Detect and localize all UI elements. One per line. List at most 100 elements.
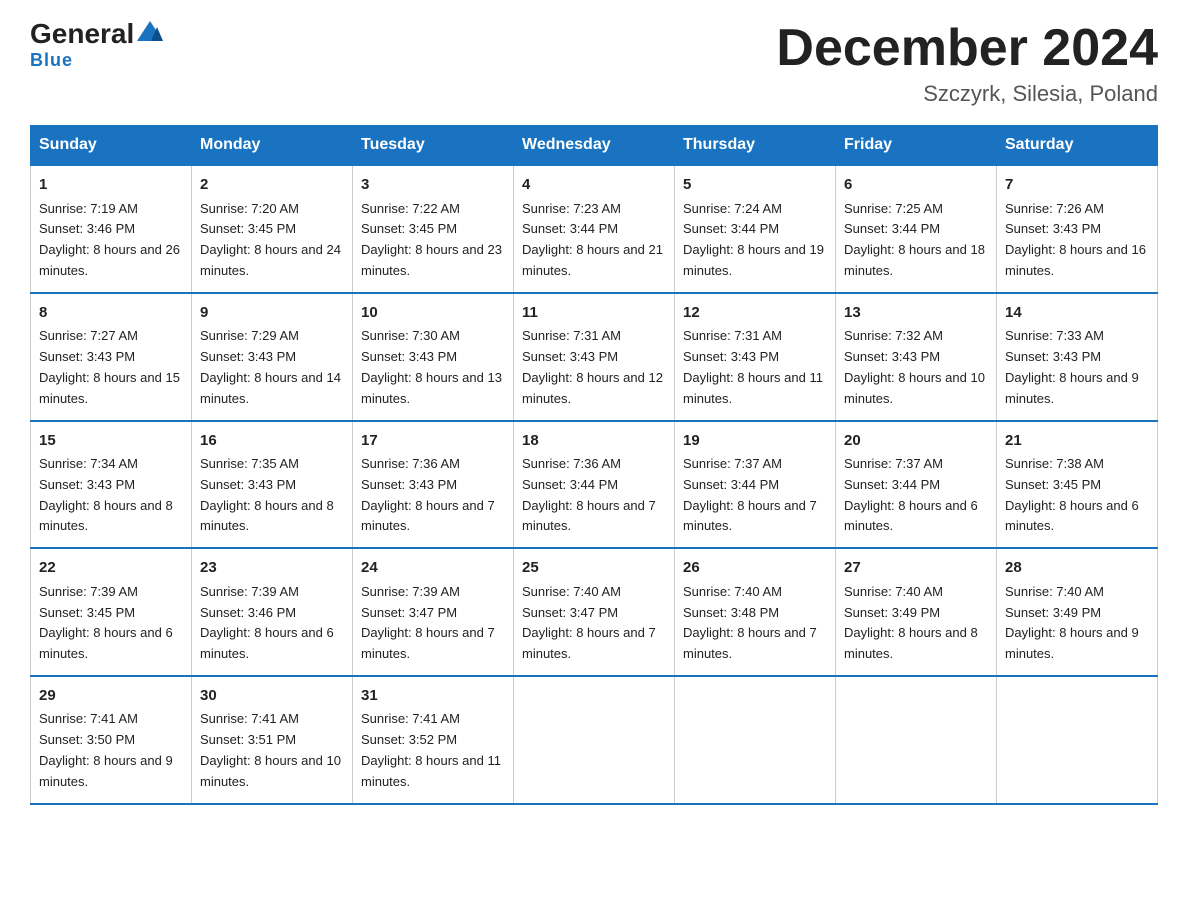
day-info: Sunrise: 7:20 AMSunset: 3:45 PMDaylight:… xyxy=(200,201,341,278)
calendar-day-cell xyxy=(997,676,1158,804)
day-info: Sunrise: 7:22 AMSunset: 3:45 PMDaylight:… xyxy=(361,201,502,278)
day-info: Sunrise: 7:30 AMSunset: 3:43 PMDaylight:… xyxy=(361,328,502,405)
day-info: Sunrise: 7:40 AMSunset: 3:49 PMDaylight:… xyxy=(1005,584,1139,661)
day-number: 31 xyxy=(361,685,505,708)
calendar-day-cell: 1 Sunrise: 7:19 AMSunset: 3:46 PMDayligh… xyxy=(31,165,192,293)
day-info: Sunrise: 7:38 AMSunset: 3:45 PMDaylight:… xyxy=(1005,456,1139,533)
day-number: 9 xyxy=(200,302,344,325)
location-title: Szczyrk, Silesia, Poland xyxy=(776,81,1158,107)
calendar-header: SundayMondayTuesdayWednesdayThursdayFrid… xyxy=(31,126,1158,166)
day-number: 12 xyxy=(683,302,827,325)
day-of-week-header: Sunday xyxy=(31,126,192,166)
calendar-day-cell: 9 Sunrise: 7:29 AMSunset: 3:43 PMDayligh… xyxy=(192,293,353,421)
calendar-day-cell: 10 Sunrise: 7:30 AMSunset: 3:43 PMDaylig… xyxy=(353,293,514,421)
day-info: Sunrise: 7:25 AMSunset: 3:44 PMDaylight:… xyxy=(844,201,985,278)
day-info: Sunrise: 7:19 AMSunset: 3:46 PMDaylight:… xyxy=(39,201,180,278)
calendar-day-cell: 20 Sunrise: 7:37 AMSunset: 3:44 PMDaylig… xyxy=(836,421,997,549)
day-info: Sunrise: 7:26 AMSunset: 3:43 PMDaylight:… xyxy=(1005,201,1146,278)
day-info: Sunrise: 7:39 AMSunset: 3:47 PMDaylight:… xyxy=(361,584,495,661)
day-number: 27 xyxy=(844,557,988,580)
calendar-day-cell xyxy=(675,676,836,804)
day-info: Sunrise: 7:41 AMSunset: 3:51 PMDaylight:… xyxy=(200,711,341,788)
day-number: 20 xyxy=(844,430,988,453)
day-number: 5 xyxy=(683,174,827,197)
day-number: 23 xyxy=(200,557,344,580)
day-number: 7 xyxy=(1005,174,1149,197)
day-number: 19 xyxy=(683,430,827,453)
day-info: Sunrise: 7:41 AMSunset: 3:52 PMDaylight:… xyxy=(361,711,501,788)
day-number: 17 xyxy=(361,430,505,453)
day-info: Sunrise: 7:36 AMSunset: 3:43 PMDaylight:… xyxy=(361,456,495,533)
day-number: 6 xyxy=(844,174,988,197)
day-number: 16 xyxy=(200,430,344,453)
calendar-day-cell: 13 Sunrise: 7:32 AMSunset: 3:43 PMDaylig… xyxy=(836,293,997,421)
month-title: December 2024 xyxy=(776,20,1158,77)
day-info: Sunrise: 7:37 AMSunset: 3:44 PMDaylight:… xyxy=(844,456,978,533)
logo-general: General xyxy=(30,20,134,48)
calendar-day-cell: 11 Sunrise: 7:31 AMSunset: 3:43 PMDaylig… xyxy=(514,293,675,421)
logo-blue: Blue xyxy=(30,50,73,71)
day-number: 4 xyxy=(522,174,666,197)
title-block: December 2024 Szczyrk, Silesia, Poland xyxy=(776,20,1158,107)
calendar-week-row: 22 Sunrise: 7:39 AMSunset: 3:45 PMDaylig… xyxy=(31,548,1158,676)
calendar-day-cell: 12 Sunrise: 7:31 AMSunset: 3:43 PMDaylig… xyxy=(675,293,836,421)
day-info: Sunrise: 7:34 AMSunset: 3:43 PMDaylight:… xyxy=(39,456,173,533)
day-of-week-header: Friday xyxy=(836,126,997,166)
day-number: 25 xyxy=(522,557,666,580)
day-info: Sunrise: 7:36 AMSunset: 3:44 PMDaylight:… xyxy=(522,456,656,533)
calendar-day-cell: 27 Sunrise: 7:40 AMSunset: 3:49 PMDaylig… xyxy=(836,548,997,676)
calendar-day-cell: 28 Sunrise: 7:40 AMSunset: 3:49 PMDaylig… xyxy=(997,548,1158,676)
day-number: 22 xyxy=(39,557,183,580)
day-info: Sunrise: 7:32 AMSunset: 3:43 PMDaylight:… xyxy=(844,328,985,405)
day-number: 10 xyxy=(361,302,505,325)
calendar-week-row: 8 Sunrise: 7:27 AMSunset: 3:43 PMDayligh… xyxy=(31,293,1158,421)
day-of-week-header: Tuesday xyxy=(353,126,514,166)
day-info: Sunrise: 7:41 AMSunset: 3:50 PMDaylight:… xyxy=(39,711,173,788)
day-of-week-header: Thursday xyxy=(675,126,836,166)
calendar-body: 1 Sunrise: 7:19 AMSunset: 3:46 PMDayligh… xyxy=(31,165,1158,803)
day-info: Sunrise: 7:31 AMSunset: 3:43 PMDaylight:… xyxy=(522,328,663,405)
day-number: 1 xyxy=(39,174,183,197)
day-number: 29 xyxy=(39,685,183,708)
day-of-week-header: Wednesday xyxy=(514,126,675,166)
calendar-day-cell: 3 Sunrise: 7:22 AMSunset: 3:45 PMDayligh… xyxy=(353,165,514,293)
calendar-day-cell: 8 Sunrise: 7:27 AMSunset: 3:43 PMDayligh… xyxy=(31,293,192,421)
calendar-day-cell: 26 Sunrise: 7:40 AMSunset: 3:48 PMDaylig… xyxy=(675,548,836,676)
day-info: Sunrise: 7:23 AMSunset: 3:44 PMDaylight:… xyxy=(522,201,663,278)
calendar-day-cell: 23 Sunrise: 7:39 AMSunset: 3:46 PMDaylig… xyxy=(192,548,353,676)
day-number: 18 xyxy=(522,430,666,453)
calendar-week-row: 29 Sunrise: 7:41 AMSunset: 3:50 PMDaylig… xyxy=(31,676,1158,804)
calendar-week-row: 15 Sunrise: 7:34 AMSunset: 3:43 PMDaylig… xyxy=(31,421,1158,549)
calendar-table: SundayMondayTuesdayWednesdayThursdayFrid… xyxy=(30,125,1158,804)
day-of-week-header: Saturday xyxy=(997,126,1158,166)
calendar-day-cell: 31 Sunrise: 7:41 AMSunset: 3:52 PMDaylig… xyxy=(353,676,514,804)
calendar-day-cell: 14 Sunrise: 7:33 AMSunset: 3:43 PMDaylig… xyxy=(997,293,1158,421)
day-number: 13 xyxy=(844,302,988,325)
page-header: General Blue December 2024 Szczyrk, Sile… xyxy=(30,20,1158,107)
day-number: 11 xyxy=(522,302,666,325)
calendar-day-cell: 2 Sunrise: 7:20 AMSunset: 3:45 PMDayligh… xyxy=(192,165,353,293)
day-number: 14 xyxy=(1005,302,1149,325)
day-number: 30 xyxy=(200,685,344,708)
calendar-day-cell: 25 Sunrise: 7:40 AMSunset: 3:47 PMDaylig… xyxy=(514,548,675,676)
calendar-day-cell: 4 Sunrise: 7:23 AMSunset: 3:44 PMDayligh… xyxy=(514,165,675,293)
calendar-day-cell: 5 Sunrise: 7:24 AMSunset: 3:44 PMDayligh… xyxy=(675,165,836,293)
day-info: Sunrise: 7:39 AMSunset: 3:46 PMDaylight:… xyxy=(200,584,334,661)
day-number: 21 xyxy=(1005,430,1149,453)
day-info: Sunrise: 7:40 AMSunset: 3:47 PMDaylight:… xyxy=(522,584,656,661)
day-info: Sunrise: 7:39 AMSunset: 3:45 PMDaylight:… xyxy=(39,584,173,661)
day-number: 26 xyxy=(683,557,827,580)
day-info: Sunrise: 7:27 AMSunset: 3:43 PMDaylight:… xyxy=(39,328,180,405)
calendar-day-cell xyxy=(514,676,675,804)
calendar-day-cell: 6 Sunrise: 7:25 AMSunset: 3:44 PMDayligh… xyxy=(836,165,997,293)
day-number: 3 xyxy=(361,174,505,197)
calendar-day-cell: 24 Sunrise: 7:39 AMSunset: 3:47 PMDaylig… xyxy=(353,548,514,676)
calendar-day-cell: 21 Sunrise: 7:38 AMSunset: 3:45 PMDaylig… xyxy=(997,421,1158,549)
calendar-week-row: 1 Sunrise: 7:19 AMSunset: 3:46 PMDayligh… xyxy=(31,165,1158,293)
calendar-day-cell: 15 Sunrise: 7:34 AMSunset: 3:43 PMDaylig… xyxy=(31,421,192,549)
day-info: Sunrise: 7:40 AMSunset: 3:49 PMDaylight:… xyxy=(844,584,978,661)
day-info: Sunrise: 7:31 AMSunset: 3:43 PMDaylight:… xyxy=(683,328,823,405)
calendar-day-cell xyxy=(836,676,997,804)
calendar-day-cell: 29 Sunrise: 7:41 AMSunset: 3:50 PMDaylig… xyxy=(31,676,192,804)
day-info: Sunrise: 7:35 AMSunset: 3:43 PMDaylight:… xyxy=(200,456,334,533)
